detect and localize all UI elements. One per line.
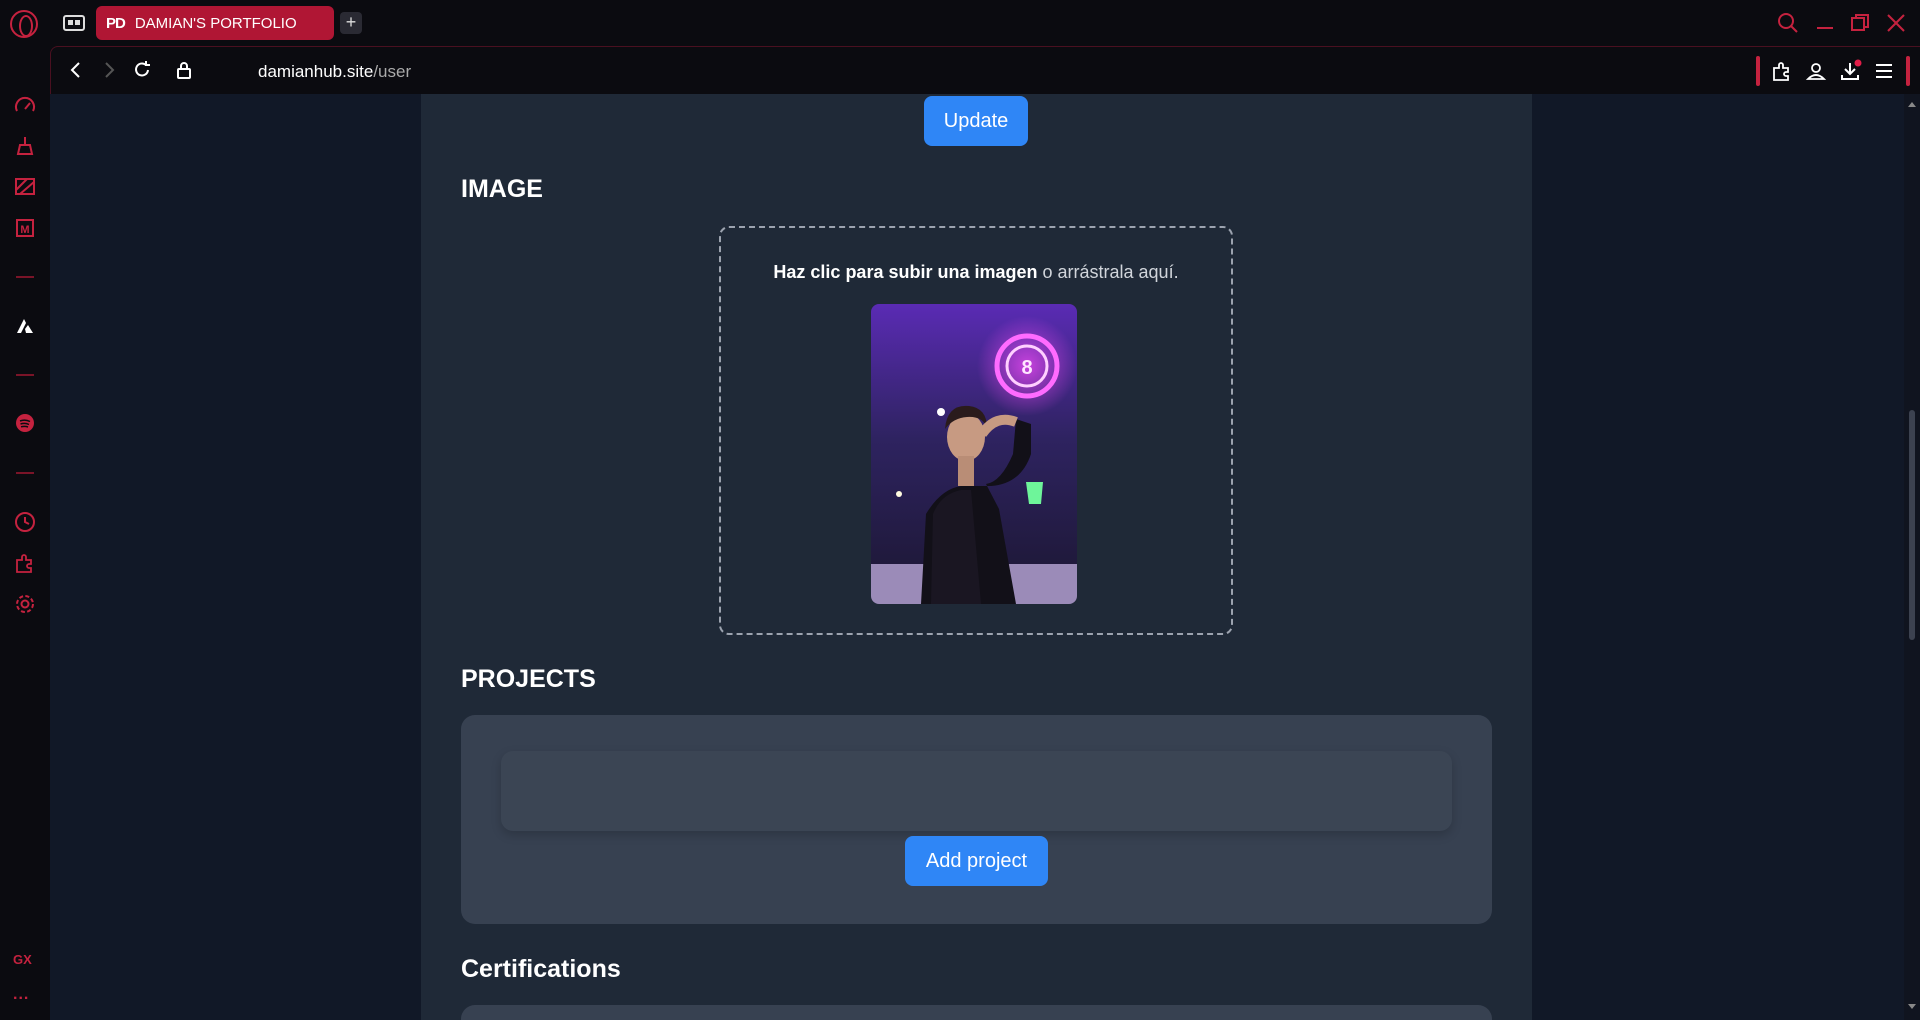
- user-settings-panel: Update IMAGE Haz clic para subir una ima…: [421, 94, 1532, 1020]
- download-icon[interactable]: [1838, 59, 1862, 83]
- profile-photo: 8: [871, 304, 1077, 604]
- browser-sidebar: M GX ...: [0, 46, 50, 1020]
- image-dropzone[interactable]: Haz clic para subir una imagen o arrástr…: [719, 226, 1233, 635]
- gx-control-icon[interactable]: [13, 94, 37, 118]
- certifications-section-title: Certifications: [461, 955, 621, 983]
- gx-cleaner-icon[interactable]: [13, 134, 37, 158]
- opera-logo-icon[interactable]: [10, 10, 38, 38]
- tab-islands-icon[interactable]: [62, 12, 86, 34]
- extensions-icon[interactable]: [1770, 59, 1794, 83]
- dropzone-rest-text: o arrástrala aquí.: [1037, 262, 1179, 282]
- tab-favicon: PD: [106, 14, 126, 32]
- active-tab[interactable]: PD DAMIAN'S PORTFOLIO: [96, 6, 334, 40]
- forward-icon[interactable]: [98, 59, 120, 81]
- new-tab-button[interactable]: +: [340, 12, 362, 34]
- wallpaper-icon[interactable]: [13, 175, 37, 199]
- add-project-button[interactable]: Add project: [905, 836, 1048, 886]
- toolbar-right: [1756, 56, 1920, 86]
- sidebar-divider: [16, 472, 34, 474]
- account-icon[interactable]: [1804, 59, 1828, 83]
- scroll-down-arrow-icon[interactable]: [1908, 1004, 1916, 1009]
- gx-mods-icon[interactable]: M: [13, 216, 37, 240]
- scroll-up-arrow-icon[interactable]: [1908, 102, 1916, 107]
- dropzone-bold-text: Haz clic para subir una imagen: [773, 262, 1038, 282]
- reload-icon[interactable]: [131, 59, 153, 81]
- app-shortcut-icon[interactable]: [13, 314, 37, 338]
- dropzone-instructions: Haz clic para subir una imagen o arrástr…: [721, 262, 1231, 283]
- toolbar-accent-bar: [1756, 56, 1760, 86]
- close-icon[interactable]: [1883, 10, 1909, 36]
- svg-text:M: M: [20, 224, 29, 236]
- tab-title: DAMIAN'S PORTFOLIO: [134, 14, 297, 32]
- scroll-thumb[interactable]: [1909, 410, 1915, 640]
- certifications-container: [461, 1005, 1492, 1020]
- image-section-title: IMAGE: [461, 175, 543, 203]
- page-scrollbar[interactable]: [1904, 94, 1920, 1020]
- sidebar-divider: [16, 374, 34, 376]
- projects-list: [501, 751, 1452, 831]
- settings-icon[interactable]: [13, 592, 37, 616]
- back-icon[interactable]: [65, 59, 87, 81]
- music-player-icon[interactable]: [13, 411, 37, 435]
- search-icon[interactable]: [1775, 10, 1801, 36]
- update-button[interactable]: Update: [924, 96, 1028, 146]
- projects-section-title: PROJECTS: [461, 665, 596, 693]
- toolbar-accent-bar-right: [1906, 56, 1910, 86]
- url-host: damianhub.site: [258, 62, 374, 81]
- browser-titlebar: PD DAMIAN'S PORTFOLIO +: [0, 0, 1920, 46]
- url-field[interactable]: damianhub.site/user: [258, 62, 411, 82]
- sidebar-more-icon[interactable]: ...: [13, 986, 29, 1004]
- sidebar-divider: [16, 276, 34, 278]
- url-path: /user: [373, 62, 412, 81]
- page-viewport: Update IMAGE Haz clic para subir una ima…: [50, 94, 1904, 1020]
- history-icon[interactable]: [13, 510, 37, 534]
- restore-icon[interactable]: [1847, 10, 1873, 36]
- projects-container: Add project: [461, 715, 1492, 924]
- minimize-icon[interactable]: [1812, 10, 1838, 36]
- extensions-sidebar-icon[interactable]: [13, 551, 37, 575]
- gx-label[interactable]: GX: [13, 952, 32, 967]
- easy-setup-icon[interactable]: [1872, 59, 1896, 83]
- lock-icon[interactable]: [173, 59, 195, 81]
- address-bar: damianhub.site/user: [50, 46, 1920, 94]
- svg-text:8: 8: [1021, 357, 1032, 379]
